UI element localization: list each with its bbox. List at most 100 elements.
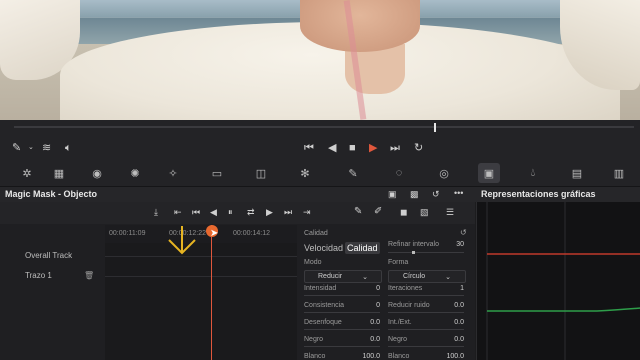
magic-mask-icon[interactable]: ▣ — [478, 163, 500, 183]
timecode: 00:00:11:09 — [109, 230, 146, 237]
palette-toolbar: ✲ ▦ ◉ ✺ ✧ ▭ ◫ ✻ ✎ ◌ ◎ ▣ 💧︎ ▤ ▥ — [0, 160, 640, 187]
mode-select[interactable]: Reducir ⌄ — [304, 270, 382, 283]
color-wheels-icon[interactable]: ◉ — [86, 163, 108, 183]
graphs-panel — [476, 202, 640, 360]
param-value[interactable]: 100.0 — [354, 353, 380, 360]
refine-label: Refinar intervalo — [388, 241, 439, 248]
graph-canvas[interactable] — [477, 202, 640, 360]
param-slider[interactable] — [388, 346, 464, 347]
param-label: Negro — [304, 336, 324, 343]
graph-green-curve — [487, 307, 640, 312]
param-value[interactable]: 0.0 — [358, 336, 380, 343]
sizing-icon[interactable]: ▥ — [608, 163, 630, 183]
step-back-icon[interactable]: ◀ — [210, 206, 217, 218]
key-icon[interactable]: ▤ — [566, 163, 588, 183]
mode-value: Reducir — [318, 273, 343, 280]
param-label: Negro — [388, 336, 408, 343]
param-label: Consistencia — [304, 302, 345, 309]
track-area[interactable] — [105, 243, 297, 360]
track-backward-icon[interactable]: ⏮︎ — [192, 206, 200, 218]
param-label: Iteraciones — [388, 285, 423, 292]
mode-label: Modo — [304, 259, 322, 266]
rgb-mixer-icon[interactable]: ✧ — [162, 163, 184, 183]
transport-bar: ✎ ⌄ ≋ 🔈︎ ⏮︎ ◀ ■ ▶ ⏭︎ ↻ — [0, 120, 640, 161]
param-slider[interactable] — [388, 312, 464, 313]
toggle-overlay-icon[interactable]: ◼ — [400, 206, 407, 218]
refine-slider-knob[interactable] — [412, 251, 415, 254]
quality-params: Calidad ↺ Velocidad Calidad Refinar inte… — [298, 225, 474, 360]
pause-icon[interactable]: ⏸︎ — [228, 206, 233, 218]
subtract-stroke-icon[interactable]: ✐ — [374, 206, 382, 218]
track-label-overall[interactable]: Overall Track — [25, 251, 72, 260]
color-warper-icon[interactable]: ✻ — [294, 163, 316, 183]
param-value[interactable]: 0.0 — [442, 302, 464, 309]
color-match-icon[interactable]: ▦ — [48, 163, 70, 183]
track-backward-frame-icon[interactable]: ⇤ — [174, 206, 182, 218]
track-line — [105, 276, 297, 277]
track-forward-frame-icon[interactable]: ⇥ — [303, 206, 311, 218]
timeline-playhead[interactable] — [211, 225, 212, 360]
section-label: Calidad — [304, 230, 328, 237]
loop-icon[interactable]: ↻ — [414, 142, 423, 154]
track-forward-icon[interactable]: ⏭︎ — [284, 206, 292, 218]
mask-mode-icon[interactable]: ▧ — [420, 206, 429, 218]
param-value[interactable]: 0.0 — [442, 336, 464, 343]
mouse-cursor-icon: ➤ — [210, 228, 219, 239]
mask-overlay-icon[interactable]: ▣ — [388, 188, 397, 200]
param-value[interactable]: 1 — [442, 285, 464, 292]
skip-end-icon[interactable]: ⏭︎ — [390, 142, 400, 154]
chevron-down-icon: ⌄ — [445, 273, 452, 281]
play-icon[interactable]: ▶ — [369, 142, 377, 154]
annotation-arrow-icon — [168, 226, 196, 255]
camera-raw-icon[interactable]: ✲ — [16, 163, 38, 183]
param-value[interactable]: 0.0 — [358, 319, 380, 326]
trash-icon[interactable]: 🗑︎ — [84, 270, 94, 282]
param-slider[interactable] — [304, 329, 380, 330]
param-slider[interactable] — [304, 295, 380, 296]
timecode: 00:00:14:12 — [233, 230, 270, 237]
chevron-down-icon[interactable]: ⌄ — [28, 142, 34, 154]
panel-header: Magic Mask - Objecto ▣ ▩ ↺ ••• Represent… — [0, 187, 640, 202]
motion-effects-icon[interactable]: ▭ — [206, 163, 228, 183]
speaker-icon[interactable]: 🔈︎ — [65, 142, 72, 154]
scrub-bar[interactable] — [14, 126, 634, 128]
window-icon[interactable]: ◌ — [388, 163, 410, 183]
play-reverse-icon[interactable]: ◀ — [328, 142, 336, 154]
settings-sliders-icon[interactable]: ☰ — [446, 206, 454, 218]
reset-icon[interactable]: ↺ — [460, 228, 467, 237]
curves-icon[interactable]: ◫ — [250, 163, 272, 183]
param-value[interactable]: 0 — [358, 302, 380, 309]
param-value[interactable]: 100.0 — [438, 353, 464, 360]
download-icon[interactable]: ⤓ — [154, 206, 158, 218]
reset-icon[interactable]: ↺ — [432, 188, 440, 200]
hdr-wheels-icon[interactable]: ✺ — [124, 163, 146, 183]
param-slider[interactable] — [388, 329, 464, 330]
more-options-icon[interactable]: ••• — [454, 187, 463, 199]
video-face — [300, 0, 420, 52]
scrub-playhead[interactable] — [434, 123, 436, 132]
step-forward-icon[interactable]: ▶ — [266, 206, 273, 218]
tracker-icon[interactable]: ◎ — [433, 163, 455, 183]
bidirectional-track-icon[interactable]: ⇄ — [247, 206, 255, 218]
param-slider[interactable] — [304, 312, 380, 313]
param-value[interactable]: 0.0 — [442, 319, 464, 326]
panel-title: Magic Mask - Objecto — [5, 189, 98, 199]
mask-invert-icon[interactable]: ▩ — [410, 188, 419, 200]
track-label-stroke[interactable]: Trazo 1 — [25, 271, 52, 280]
refine-value[interactable]: 30 — [448, 241, 464, 248]
refine-slider[interactable] — [388, 252, 464, 253]
eyedropper-icon[interactable]: ✎ — [12, 142, 21, 154]
param-value[interactable]: 0 — [358, 285, 380, 292]
timeline-ruler[interactable]: 00:00:11:09 00:00:12:22 00:00:14:12 — [105, 225, 297, 244]
stop-icon[interactable]: ■ — [349, 142, 356, 154]
qualifier-icon[interactable]: ✎ — [342, 163, 364, 183]
add-stroke-icon[interactable]: ✎ — [354, 206, 362, 218]
blur-icon[interactable]: 💧︎ — [522, 163, 544, 183]
param-slider[interactable] — [388, 295, 464, 296]
shape-select[interactable]: Círculo ⌄ — [388, 270, 466, 283]
tab-velocidad[interactable]: Velocidad — [304, 243, 343, 253]
skip-start-icon[interactable]: ⏮︎ — [304, 142, 314, 154]
layers-icon[interactable]: ≋ — [42, 142, 51, 154]
tab-calidad[interactable]: Calidad — [345, 242, 380, 254]
param-slider[interactable] — [304, 346, 380, 347]
